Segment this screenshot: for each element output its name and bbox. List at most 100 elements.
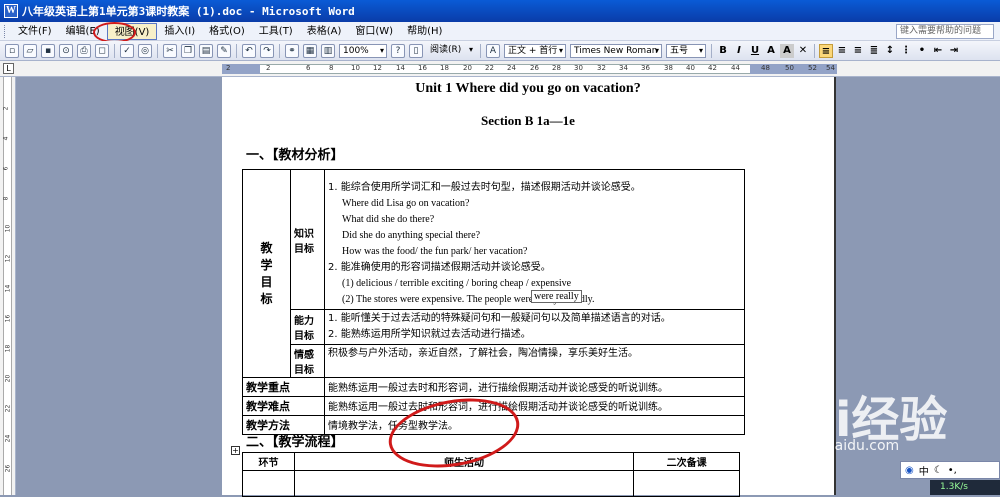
word-icon: W <box>4 4 18 18</box>
ruler-number: 40 <box>686 64 695 72</box>
distribute-icon[interactable]: ≣ <box>867 44 881 58</box>
menu-table[interactable]: 表格(A) <box>300 23 349 40</box>
underline-button[interactable]: U <box>748 44 762 58</box>
menu-insert[interactable]: 插入(I) <box>157 23 202 40</box>
menu-window[interactable]: 窗口(W) <box>348 23 400 40</box>
copy-icon[interactable]: ❐ <box>181 43 195 58</box>
align-right-icon[interactable]: ≡ <box>851 44 865 58</box>
table-icon[interactable]: ▦ <box>303 43 317 58</box>
ruler-number: 10 <box>351 64 360 72</box>
italic-button[interactable]: I <box>732 44 746 58</box>
align-justify-icon[interactable]: ≡ <box>819 43 833 58</box>
vruler-number: 14 <box>4 284 12 293</box>
ability-label: 能力目标 <box>290 309 325 345</box>
flow-header-revision: 二次备课 <box>633 452 740 471</box>
new-doc-icon[interactable]: ▫ <box>5 43 19 58</box>
spellcheck-icon[interactable]: ✓ <box>120 43 134 58</box>
ruler-number: 6 <box>306 64 311 72</box>
decrease-indent-icon[interactable]: ⇤ <box>931 44 945 58</box>
document-page[interactable]: Unit 1 Where did you go on vacation? Sec… <box>222 77 834 497</box>
read-mode-button[interactable]: 阅读(R) <box>427 44 475 58</box>
menu-help[interactable]: 帮助(H) <box>400 23 449 40</box>
table-move-handle[interactable]: + <box>231 446 240 455</box>
print-icon[interactable]: ⎙ <box>77 43 91 58</box>
char-scale-icon[interactable]: ✕ <box>796 44 810 58</box>
bold-button[interactable]: B <box>716 44 730 58</box>
flow-header-step: 环节 <box>242 452 295 471</box>
flow-cell[interactable] <box>293 470 635 497</box>
numbering-icon[interactable]: ⋮ <box>899 44 913 58</box>
ime-logo-icon[interactable]: ◉ <box>905 465 914 476</box>
vruler-number: 20 <box>4 374 12 383</box>
flow-cell[interactable] <box>633 470 740 497</box>
moon-icon[interactable]: ☾ <box>934 465 943 476</box>
key-points-cell[interactable]: 能熟练运用一般过去时和形容词，进行描绘假期活动并谈论感受的听说训练。 <box>324 377 745 397</box>
ability-cell[interactable]: 1. 能听懂关于过去活动的特殊疑问句和一般疑问句以及简单描述语言的对话。 2. … <box>324 309 745 345</box>
vruler-number: 2 <box>2 106 10 111</box>
punctuation-icon[interactable]: •, <box>948 465 957 476</box>
horizontal-ruler[interactable]: L 2 2 6 8 10 12 14 16 18 20 22 24 26 28 … <box>0 61 1000 77</box>
ruler-number: 2 <box>226 64 231 72</box>
menu-bar: 文件(F) 编辑(E) 视图(V) 插入(I) 格式(O) 工具(T) 表格(A… <box>0 22 1000 41</box>
char-shading-icon[interactable]: A <box>780 43 794 58</box>
annotation-circle-view <box>93 22 136 43</box>
vertical-ruler[interactable]: 2 4 6 8 10 12 14 16 18 20 22 24 26 <box>0 77 16 495</box>
ime-toolbar[interactable]: ◉ 中 ☾ •, <box>900 461 1000 479</box>
paste-icon[interactable]: ▤ <box>199 43 213 58</box>
save-icon[interactable]: ▪ <box>41 43 55 58</box>
format-painter-icon[interactable]: ✎ <box>217 43 231 58</box>
columns-icon[interactable]: ▥ <box>321 43 335 58</box>
menu-format[interactable]: 格式(O) <box>202 23 252 40</box>
align-center-icon[interactable]: ≡ <box>835 44 849 58</box>
difficulty-cell[interactable]: 能熟练运用一般过去时和形容词，进行描绘假期活动并谈论感受的听说训练。 <box>324 396 745 416</box>
baidu-site: jingyan.baidu.com <box>770 438 900 454</box>
font-select[interactable]: Times New Roman <box>570 43 662 58</box>
section-heading-flow: 二、【教学流程】 <box>246 435 344 450</box>
knowledge-cell[interactable]: 1. 能综合使用所学词汇和一般过去时句型，描述假期活动并谈论感受。 Where … <box>324 169 745 310</box>
research-icon[interactable]: ◎ <box>138 43 152 58</box>
ruler-number: 14 <box>396 64 405 72</box>
styles-icon[interactable]: A <box>486 43 500 58</box>
read-icon[interactable]: ▯ <box>409 43 423 58</box>
help-icon[interactable]: ? <box>391 43 405 58</box>
ruler-number: 54 <box>826 64 835 72</box>
cut-icon[interactable]: ✂ <box>163 43 177 58</box>
vruler-number: 6 <box>2 166 10 171</box>
ruler-number: 32 <box>597 64 606 72</box>
redo-icon[interactable]: ↷ <box>260 43 274 58</box>
ime-mode[interactable]: 中 <box>919 463 929 478</box>
ruler-number: 22 <box>485 64 494 72</box>
font-size-select[interactable]: 五号 <box>666 43 706 58</box>
menu-file[interactable]: 文件(F) <box>11 23 59 40</box>
undo-icon[interactable]: ↶ <box>242 43 256 58</box>
toolbar-grip[interactable] <box>4 24 7 38</box>
increase-indent-icon[interactable]: ⇥ <box>947 44 961 58</box>
ruler-number: 18 <box>440 64 449 72</box>
ruler-number: 16 <box>418 64 427 72</box>
vruler-number: 22 <box>4 404 12 413</box>
method-cell[interactable]: 情境教学法，任务型教学法。 <box>324 415 745 435</box>
ruler-number: 12 <box>373 64 382 72</box>
doc-title: Unit 1 Where did you go on vacation? <box>415 81 641 96</box>
flow-cell[interactable] <box>242 470 295 497</box>
open-icon[interactable]: ▱ <box>23 43 37 58</box>
zoom-select[interactable]: 100% <box>339 43 387 58</box>
ruler-number: 42 <box>708 64 717 72</box>
menu-tools[interactable]: 工具(T) <box>252 23 300 40</box>
vruler-number: 26 <box>4 464 12 473</box>
char-border-icon[interactable]: A <box>764 44 778 58</box>
bullets-icon[interactable]: • <box>915 44 929 58</box>
style-select[interactable]: 正文 + 首行 <box>504 43 566 58</box>
hyperlink-icon[interactable]: ⚭ <box>285 43 299 58</box>
doc-subtitle: Section B 1a—1e <box>481 113 575 128</box>
vruler-number: 12 <box>4 254 12 263</box>
print-preview-icon[interactable]: ◻ <box>95 43 109 58</box>
emotion-cell[interactable]: 积极参与户外活动，亲近自然，了解社会，陶冶情操，享乐美好生活。 <box>324 344 745 378</box>
flow-table: 环节 师生活动 二次备课 <box>242 452 740 497</box>
help-search-input[interactable]: 键入需要帮助的问题 <box>896 24 994 39</box>
permission-icon[interactable]: ⊙ <box>59 43 73 58</box>
line-spacing-icon[interactable]: ↕ <box>883 44 897 58</box>
tab-selector-icon[interactable]: L <box>3 63 14 74</box>
objectives-label-cell: 教 学 目 标 <box>242 169 291 378</box>
ruler-number: 38 <box>664 64 673 72</box>
